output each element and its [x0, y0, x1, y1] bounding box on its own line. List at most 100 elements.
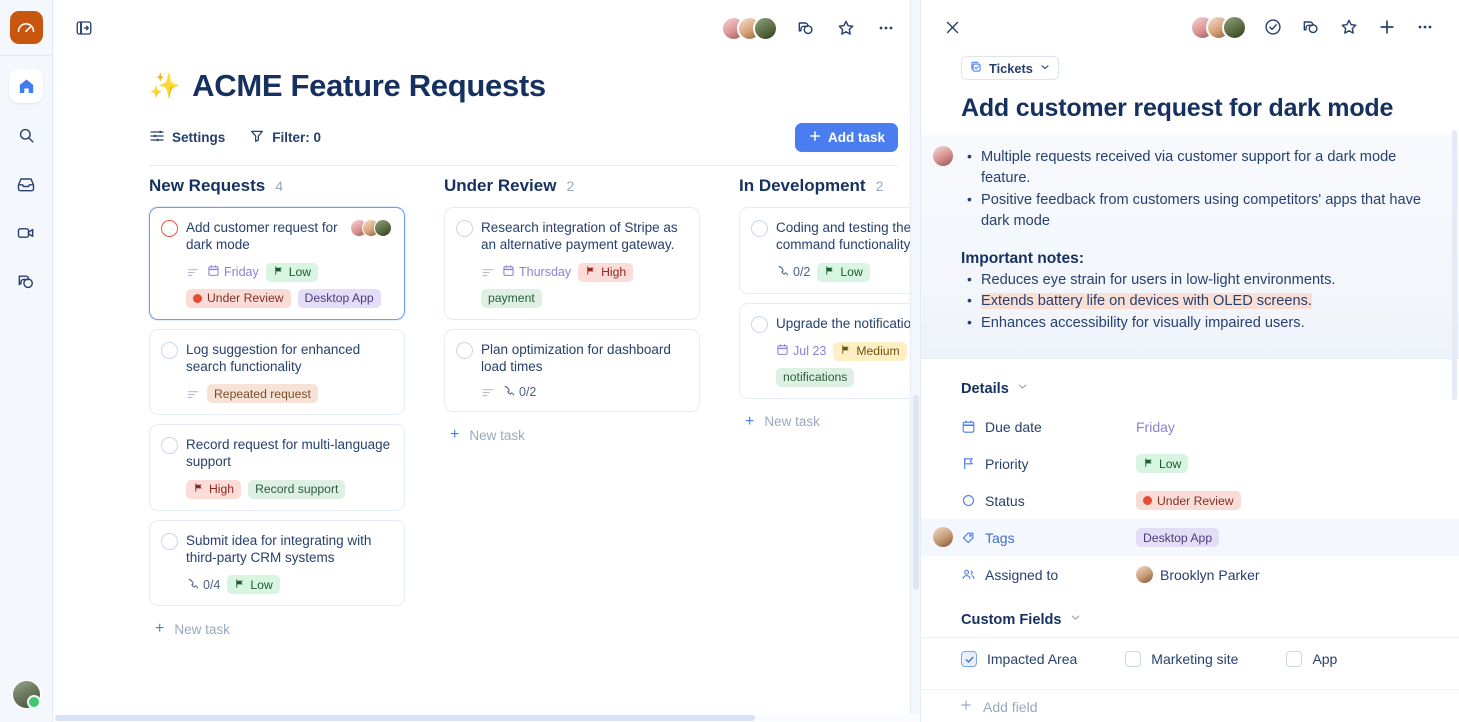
subtask-count[interactable]: 0/2	[776, 264, 810, 280]
task-card[interactable]: Submit idea for integrating with third-p…	[149, 519, 405, 607]
tag-badge[interactable]: Desktop App	[297, 288, 381, 308]
detail-row-value[interactable]: Low	[1136, 454, 1189, 474]
tag-badge[interactable]: payment	[481, 288, 542, 308]
subtask-count[interactable]: 0/2	[502, 384, 536, 400]
priority-badge[interactable]: Low	[817, 262, 870, 282]
sidebar-item-home[interactable]	[9, 69, 43, 103]
task-complete-checkbox[interactable]	[161, 341, 178, 359]
more-icon[interactable]	[874, 16, 898, 40]
detail-row[interactable]: Assigned to Brooklyn Parker	[921, 556, 1459, 593]
priority-badge[interactable]: High	[578, 262, 634, 282]
priority-label: High	[601, 265, 627, 280]
subtask-icon	[186, 577, 199, 593]
sidebar-item-chat[interactable]	[9, 265, 43, 299]
breadcrumb[interactable]: Tickets	[961, 56, 1059, 80]
task-complete-checkbox[interactable]	[161, 220, 178, 237]
column-header: Under Review 2	[444, 176, 739, 207]
check-circle-icon[interactable]	[1261, 15, 1285, 39]
task-assignees[interactable]	[350, 219, 392, 237]
details-rows: Due date Friday Priority Low Status Under Rev…	[921, 408, 1459, 593]
due-date-chip[interactable]: Friday	[207, 264, 259, 280]
priority-badge[interactable]: Medium	[833, 341, 907, 361]
column-title: In Development	[739, 176, 866, 195]
detail-collaborators[interactable]	[1190, 14, 1247, 40]
comment-icon[interactable]	[794, 16, 818, 40]
tag-badge[interactable]: Desktop App	[1136, 528, 1220, 548]
board-horizontal-scrollbar[interactable]	[53, 714, 920, 722]
detail-row-value[interactable]: Desktop App	[1136, 528, 1220, 548]
more-icon[interactable]	[1413, 15, 1437, 39]
chevron-down-icon	[1069, 611, 1082, 628]
details-section-header[interactable]: Details	[921, 359, 1459, 397]
detail-row[interactable]: Due date Friday	[921, 408, 1459, 445]
checkbox-icon[interactable]	[961, 651, 977, 668]
status-badge[interactable]: Under Review	[1136, 491, 1241, 511]
add-task-button[interactable]: Add task	[794, 123, 898, 152]
task-complete-checkbox[interactable]	[751, 315, 768, 333]
tag-badge[interactable]: notifications	[776, 367, 855, 387]
task-card[interactable]: Coding and testing the voice command fun…	[739, 207, 920, 294]
priority-badge[interactable]: Low	[265, 262, 319, 282]
star-icon[interactable]	[834, 16, 858, 40]
user-avatar[interactable]	[12, 680, 41, 709]
detail-row[interactable]: Priority Low	[921, 445, 1459, 482]
comment-icon[interactable]	[1299, 15, 1323, 39]
task-complete-checkbox[interactable]	[161, 437, 178, 455]
detail-row-value[interactable]: Brooklyn Parker	[1136, 566, 1260, 584]
add-field-label: Add field	[983, 698, 1038, 715]
detail-scrollbar-thumb[interactable]	[1452, 130, 1457, 400]
settings-button[interactable]: Settings	[149, 128, 225, 147]
priority-badge[interactable]: High	[186, 479, 242, 499]
task-card[interactable]: Plan optimization for dashboard load tim…	[444, 328, 700, 413]
due-date-chip[interactable]: Jul 23	[776, 343, 826, 359]
due-date-chip[interactable]: Thursday	[502, 264, 571, 280]
task-card[interactable]: Record request for multi-language suppor…	[149, 424, 405, 511]
star-icon[interactable]	[1337, 15, 1361, 39]
new-task-button[interactable]: + New task	[739, 399, 920, 431]
custom-field-item[interactable]: Marketing site	[1125, 651, 1238, 668]
task-complete-checkbox[interactable]	[456, 341, 473, 359]
column-cards: Research integration of Stripe as an alt…	[444, 207, 700, 413]
scrollbar-thumb[interactable]	[913, 395, 919, 590]
custom-fields-section-header[interactable]: Custom Fields	[921, 593, 1459, 628]
sidebar-item-search[interactable]	[9, 118, 43, 152]
task-description[interactable]: Multiple requests received via customer …	[921, 135, 1459, 360]
detail-row[interactable]: Status Under Review	[921, 482, 1459, 519]
detail-row-label: Priority	[961, 456, 1136, 472]
priority-badge[interactable]: Low	[1136, 454, 1189, 474]
detail-row-value[interactable]: Under Review	[1136, 491, 1241, 511]
task-card[interactable]: Log suggestion for enhanced search funct…	[149, 328, 405, 416]
board-vertical-scrollbar[interactable]	[910, 0, 920, 722]
priority-badge[interactable]: Low	[227, 575, 280, 595]
board-collaborators[interactable]	[721, 15, 778, 41]
task-complete-checkbox[interactable]	[161, 532, 178, 550]
new-task-button[interactable]: + New task	[149, 606, 444, 638]
task-complete-checkbox[interactable]	[751, 220, 768, 237]
plus-icon[interactable]	[1375, 15, 1399, 39]
checkbox-icon[interactable]	[1286, 651, 1303, 668]
checkbox-icon[interactable]	[1125, 651, 1142, 668]
add-field-button[interactable]: Add field	[921, 690, 1459, 715]
new-task-button[interactable]: + New task	[444, 412, 739, 444]
app-logo-icon[interactable]	[9, 11, 43, 44]
task-card[interactable]: Upgrade the notification system Jul 23 Med…	[739, 302, 920, 399]
status-badge[interactable]: Under Review	[186, 288, 291, 308]
subtask-count[interactable]: 0/4	[186, 577, 220, 593]
close-icon[interactable]	[941, 16, 963, 38]
custom-field-item[interactable]: App	[1286, 651, 1337, 668]
tag-badge[interactable]: Record support	[248, 479, 346, 499]
sidebar-item-video[interactable]	[9, 216, 43, 250]
description-notes: Reduces eye strain for users in low-ligh…	[961, 269, 1429, 334]
filter-button[interactable]: Filter: 0	[249, 128, 321, 147]
sidebar-item-inbox[interactable]	[9, 167, 43, 201]
detail-row-value[interactable]: Friday	[1136, 419, 1175, 435]
panel-toggle-icon[interactable]	[73, 18, 94, 39]
detail-row[interactable]: Tags Desktop App	[921, 519, 1459, 557]
custom-field-item[interactable]: Impacted Area	[961, 651, 1077, 668]
task-card[interactable]: Add customer request for dark mode Friday…	[149, 207, 405, 320]
page-title: ✨ ACME Feature Requests	[53, 56, 920, 104]
task-card[interactable]: Research integration of Stripe as an alt…	[444, 207, 700, 320]
scrollbar-thumb[interactable]	[55, 715, 755, 721]
task-complete-checkbox[interactable]	[456, 220, 473, 237]
tag-badge[interactable]: Repeated request	[207, 384, 318, 404]
